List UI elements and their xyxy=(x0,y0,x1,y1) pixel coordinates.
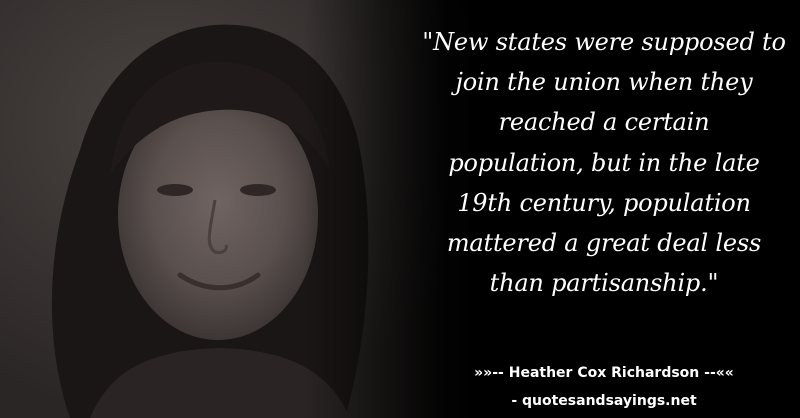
attribution-suffix: --«« xyxy=(699,365,734,381)
quote-line: 19th century, population xyxy=(457,188,751,217)
quote-line: reached a certain xyxy=(498,108,710,137)
author-name: Heather Cox Richardson xyxy=(508,365,700,381)
attribution-prefix: »»-- xyxy=(474,365,509,381)
quote-line: mattered a great deal less xyxy=(446,229,762,258)
quote-line: "New states were supposed to xyxy=(422,28,786,56)
quote-card: "New states were supposed to join the un… xyxy=(0,0,800,418)
quote-line: join the union when they xyxy=(455,68,753,97)
quote-line: population, but in the late xyxy=(448,148,760,177)
quote-text: "New states were supposed to join the un… xyxy=(418,22,790,303)
quote-line: than partisanship." xyxy=(489,269,719,298)
source-credit: - quotesandsayings.net xyxy=(511,393,697,409)
quote-attribution: »»-- Heather Cox Richardson --«« xyxy=(418,364,790,382)
